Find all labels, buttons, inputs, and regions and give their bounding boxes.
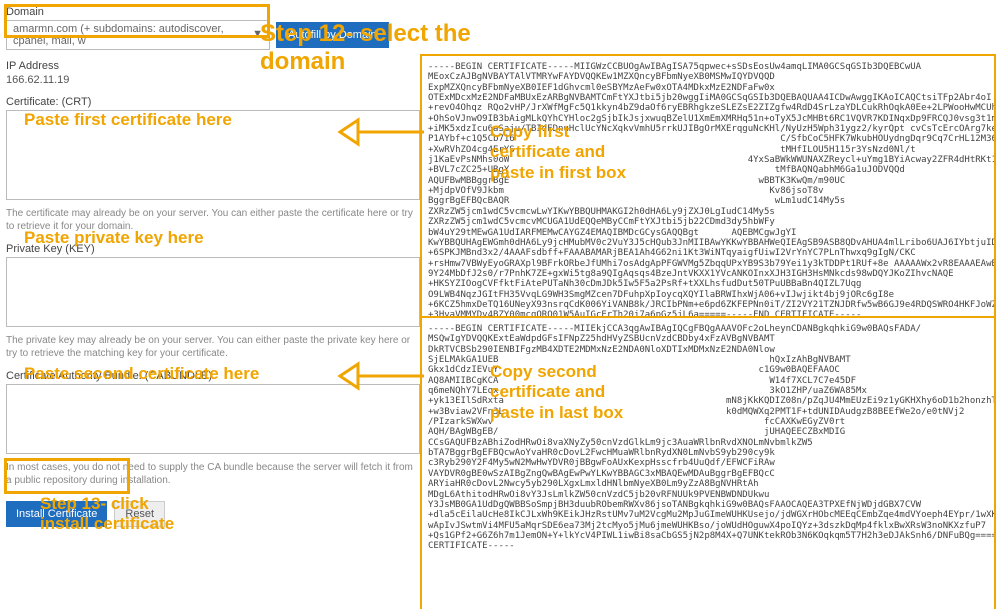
domain-value: amarmn.com (+ subdomains: autodiscover, … — [13, 23, 224, 47]
cert-help: The certificate may already be on your s… — [6, 207, 414, 233]
cert-label: Certificate: (CRT) — [6, 96, 416, 108]
autofill-by-domain-button[interactable]: Autofill by Domain — [276, 22, 389, 48]
key-help: The private key may already be on your s… — [6, 334, 414, 360]
install-certificate-button[interactable]: Install Certificate — [6, 501, 107, 527]
ip-value: 166.62.11.19 — [6, 74, 416, 86]
domain-label: Domain — [6, 6, 416, 18]
bundle-label: Certificate Authority Bundle: (CABUNDLE) — [6, 370, 416, 382]
reset-button[interactable]: Reset — [114, 501, 165, 527]
ip-label: IP Address — [6, 60, 416, 72]
chevron-down-icon: ▼ — [252, 28, 263, 40]
cert-block-2: -----BEGIN CERTIFICATE-----MIIEkjCCA3qgA… — [420, 316, 996, 609]
private-key-textarea[interactable] — [6, 257, 420, 327]
ca-bundle-textarea[interactable] — [6, 384, 420, 454]
key-label: Private Key (KEY) — [6, 243, 416, 255]
certificate-textarea[interactable] — [6, 110, 420, 200]
bundle-help: In most cases, you do not need to supply… — [6, 461, 414, 487]
cert-block-1: -----BEGIN CERTIFICATE-----MIIGWzCCBUOgA… — [420, 54, 996, 320]
domain-select[interactable]: amarmn.com (+ subdomains: autodiscover, … — [6, 20, 270, 50]
